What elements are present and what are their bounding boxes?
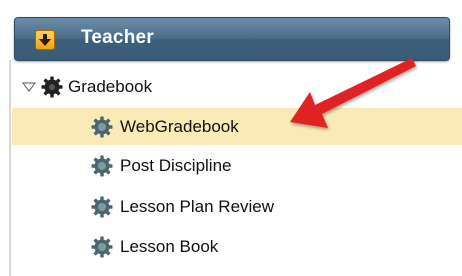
collapse-button[interactable] bbox=[35, 30, 55, 50]
tree-item-post-discipline[interactable]: Post Discipline bbox=[90, 147, 232, 184]
tree-item-gradebook[interactable]: Gradebook bbox=[22, 68, 152, 105]
tree-item-lesson-book[interactable]: Lesson Book bbox=[90, 228, 218, 265]
gear-leaf-icon bbox=[91, 236, 113, 257]
tree-item-lesson-plan-review[interactable]: Lesson Plan Review bbox=[90, 188, 274, 225]
gear-leaf-icon bbox=[91, 196, 113, 217]
panel-title: Teacher bbox=[81, 27, 154, 48]
tree-item-label: Lesson Book bbox=[120, 236, 219, 256]
panel-left-border bbox=[9, 60, 11, 276]
tree-item-label: Gradebook bbox=[68, 76, 153, 96]
tree-item-label: WebGradebook bbox=[120, 116, 239, 136]
red-arrow-annotation bbox=[290, 58, 416, 128]
expand-triangle-icon[interactable] bbox=[22, 82, 36, 92]
gear-folder-icon bbox=[41, 76, 63, 97]
gear-leaf-icon bbox=[91, 155, 113, 176]
tree-item-label: Lesson Plan Review bbox=[120, 196, 275, 216]
gear-leaf-icon bbox=[91, 116, 113, 137]
tree-item-label: Post Discipline bbox=[120, 155, 232, 175]
download-arrow-icon bbox=[39, 34, 51, 46]
